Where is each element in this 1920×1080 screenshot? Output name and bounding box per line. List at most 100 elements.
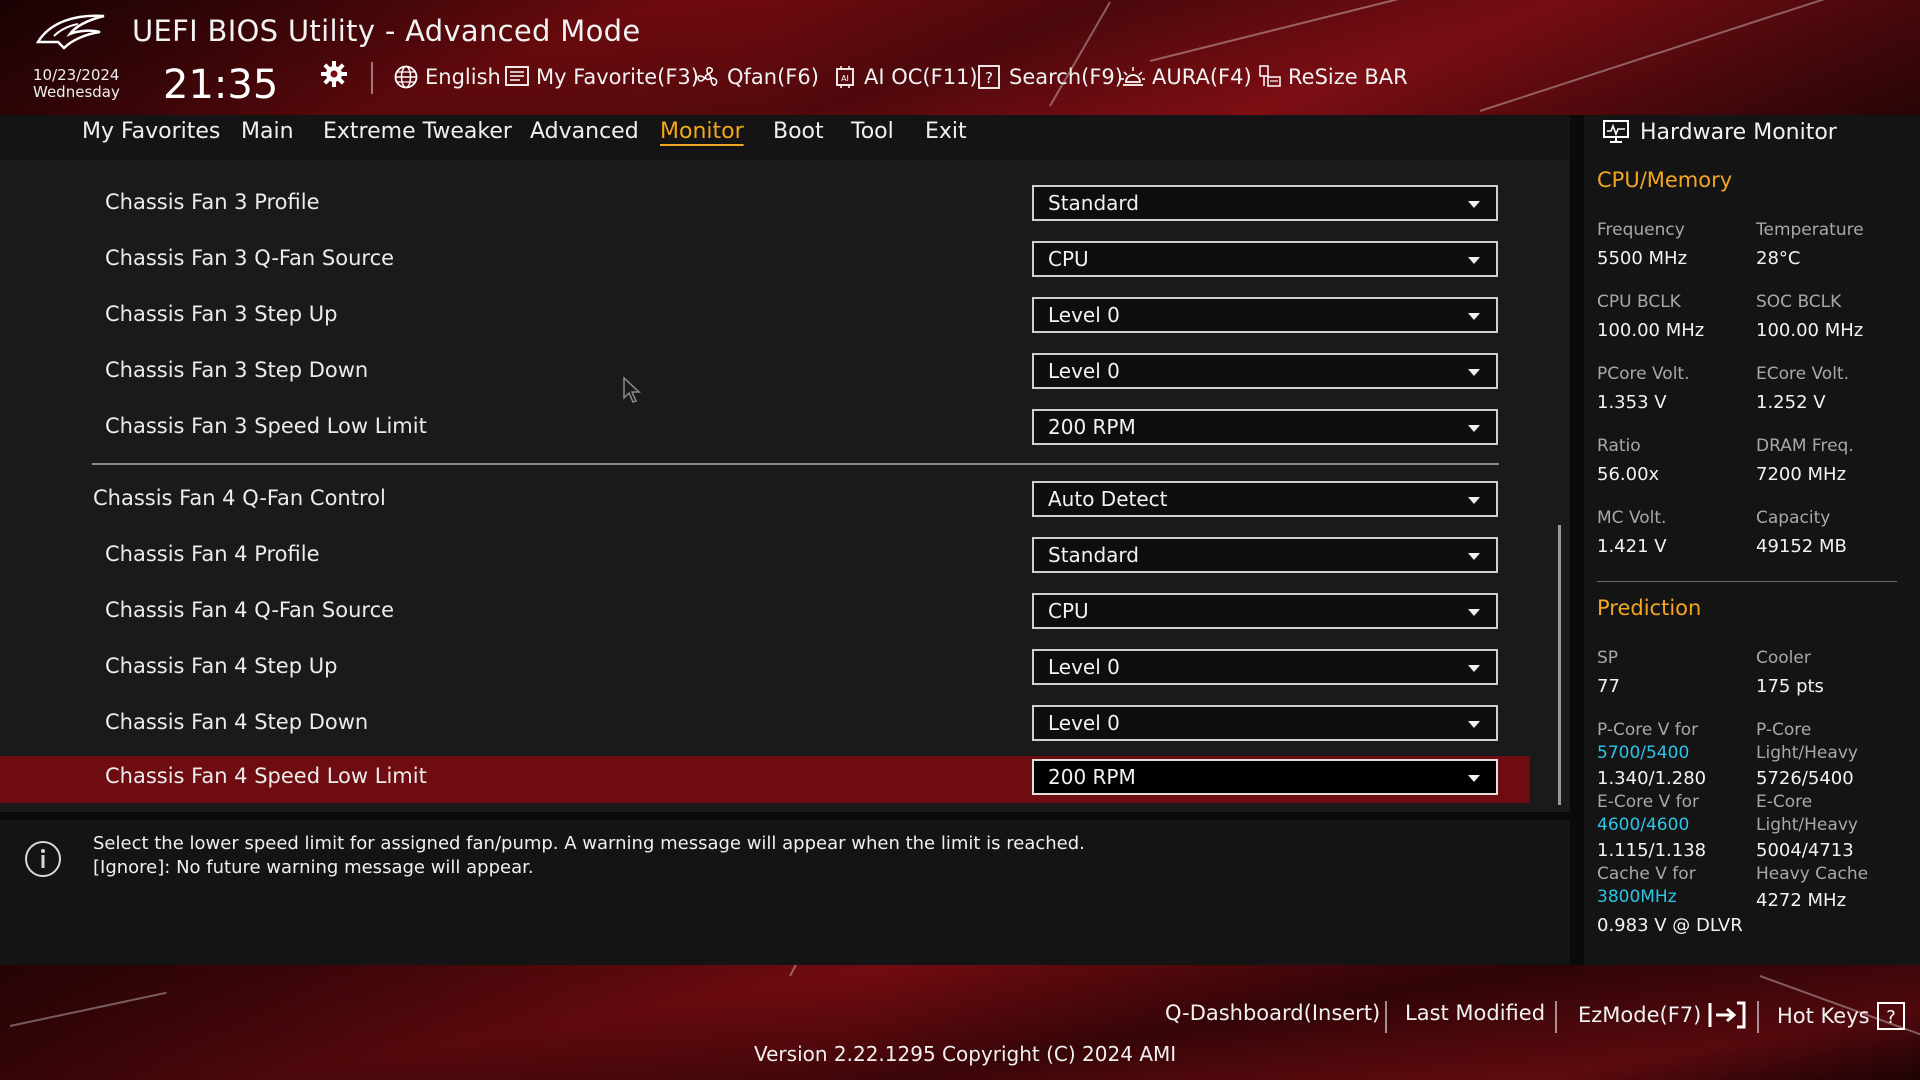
settings-panel: Chassis Fan 3 Profile Standard Chassis F… bbox=[0, 160, 1570, 812]
capacity-value: 49152 MB bbox=[1756, 536, 1847, 557]
setting-dropdown[interactable]: Level 0 bbox=[1032, 705, 1498, 741]
cooler-value: 175 pts bbox=[1756, 676, 1824, 697]
ecore-volt-label: ECore Volt. bbox=[1756, 364, 1849, 384]
setting-row-chassis-fan-4-qfan-source[interactable]: Chassis Fan 4 Q-Fan Source CPU bbox=[0, 590, 1530, 637]
setting-dropdown[interactable]: Standard bbox=[1032, 185, 1498, 221]
dropdown-value: Level 0 bbox=[1048, 655, 1120, 679]
setting-row-chassis-fan-4-speed-low-limit[interactable]: Chassis Fan 4 Speed Low Limit 200 RPM bbox=[0, 756, 1530, 803]
tab-main[interactable]: Main bbox=[241, 119, 294, 144]
setting-label: Chassis Fan 4 Profile bbox=[105, 542, 320, 566]
setting-dropdown[interactable]: Standard bbox=[1032, 537, 1498, 573]
setting-row-chassis-fan-3-speed-low-limit[interactable]: Chassis Fan 3 Speed Low Limit 200 RPM bbox=[0, 406, 1530, 453]
setting-label: Chassis Fan 4 Q-Fan Source bbox=[105, 598, 395, 622]
pcore-lh-label-line: P-Core bbox=[1756, 720, 1812, 740]
ecore-volt-value: 1.252 V bbox=[1756, 392, 1826, 413]
tab-boot[interactable]: Boot bbox=[773, 119, 824, 144]
help-question-icon: ? bbox=[1876, 1002, 1905, 1030]
hardware-monitor-title-text: Hardware Monitor bbox=[1640, 119, 1837, 145]
temperature-value: 28°C bbox=[1756, 248, 1801, 269]
tab-exit[interactable]: Exit bbox=[925, 119, 967, 144]
setting-row-chassis-fan-3-qfan-source[interactable]: Chassis Fan 3 Q-Fan Source CPU bbox=[0, 238, 1530, 285]
dropdown-value: 200 RPM bbox=[1048, 415, 1136, 439]
tab-monitor[interactable]: Monitor bbox=[660, 119, 744, 144]
pcore-lh-value: 5726/5400 bbox=[1756, 768, 1854, 789]
q-dashboard-button[interactable]: Q-Dashboard(Insert) bbox=[1165, 1001, 1380, 1025]
last-modified-label: Last Modified bbox=[1405, 1001, 1546, 1025]
dropdown-value: Level 0 bbox=[1048, 303, 1120, 327]
setting-dropdown[interactable]: CPU bbox=[1032, 593, 1498, 629]
tab-my-favorites[interactable]: My Favorites bbox=[82, 119, 220, 144]
sp-value: 77 bbox=[1597, 676, 1620, 697]
cpu-bclk-value: 100.00 MHz bbox=[1597, 320, 1705, 341]
pcore-volt-label: PCore Volt. bbox=[1597, 364, 1690, 384]
weekday-text: Wednesday bbox=[33, 83, 120, 101]
dram-freq-value: 7200 MHz bbox=[1756, 464, 1847, 485]
help-text: Select the lower speed limit for assigne… bbox=[93, 832, 1085, 880]
monitor-icon bbox=[1603, 120, 1629, 143]
prediction-heading: Prediction bbox=[1597, 596, 1702, 620]
resize-bar-label: ReSize BAR bbox=[1288, 65, 1408, 89]
setting-dropdown[interactable]: 200 RPM bbox=[1032, 409, 1498, 445]
heavy-cache-value: 4272 MHz bbox=[1756, 890, 1847, 911]
help-panel: Select the lower speed limit for assigne… bbox=[0, 820, 1570, 965]
ecore-v-freq: 4600/4600 bbox=[1597, 815, 1690, 835]
hot-keys-button[interactable]: Hot Keys ? bbox=[1777, 1001, 1906, 1031]
setting-dropdown[interactable]: Level 0 bbox=[1032, 353, 1498, 389]
tab-tool[interactable]: Tool bbox=[851, 119, 894, 144]
dropdown-caret-icon bbox=[1468, 313, 1480, 320]
setting-label: Chassis Fan 4 Speed Low Limit bbox=[105, 764, 427, 788]
setting-dropdown[interactable]: CPU bbox=[1032, 241, 1498, 277]
setting-dropdown[interactable]: Level 0 bbox=[1032, 297, 1498, 333]
my-favorite-label: My Favorite(F3) bbox=[536, 65, 699, 89]
search-button[interactable]: ? Search(F9) bbox=[977, 64, 1123, 90]
setting-label: Chassis Fan 4 Q-Fan Control bbox=[93, 486, 386, 510]
capacity-label: Capacity bbox=[1756, 508, 1831, 528]
setting-row-chassis-fan-3-step-up[interactable]: Chassis Fan 3 Step Up Level 0 bbox=[0, 294, 1530, 341]
my-favorite-button[interactable]: My Favorite(F3) bbox=[504, 64, 699, 90]
language-button[interactable]: English bbox=[393, 64, 501, 90]
setting-row-chassis-fan-3-profile[interactable]: Chassis Fan 3 Profile Standard bbox=[0, 182, 1530, 229]
setting-dropdown[interactable]: Auto Detect bbox=[1032, 481, 1498, 517]
last-modified-button[interactable]: Last Modified bbox=[1405, 1001, 1545, 1025]
qfan-button[interactable]: Qfan(F6) bbox=[695, 64, 819, 90]
setting-label: Chassis Fan 4 Step Down bbox=[105, 710, 369, 734]
gear-icon[interactable] bbox=[320, 60, 348, 88]
svg-text:?: ? bbox=[1886, 1007, 1896, 1028]
ratio-label: Ratio bbox=[1597, 436, 1641, 456]
resize-bar-button[interactable]: ReSize BAR bbox=[1256, 64, 1408, 90]
dropdown-caret-icon bbox=[1468, 775, 1480, 782]
heavy-cache-label: Heavy Cache bbox=[1756, 864, 1869, 884]
decorative-streak bbox=[1149, 0, 1558, 62]
setting-label: Chassis Fan 3 Step Up bbox=[105, 302, 338, 326]
setting-row-chassis-fan-4-qfan-control[interactable]: Chassis Fan 4 Q-Fan Control Auto Detect bbox=[0, 478, 1530, 525]
ecore-lh-label-line: E-Core bbox=[1756, 792, 1813, 812]
setting-dropdown[interactable]: Level 0 bbox=[1032, 649, 1498, 685]
setting-dropdown[interactable]: 200 RPM bbox=[1032, 759, 1498, 795]
setting-row-chassis-fan-3-step-down[interactable]: Chassis Fan 3 Step Down Level 0 bbox=[0, 350, 1530, 397]
tab-extreme-tweaker[interactable]: Extreme Tweaker bbox=[323, 119, 512, 144]
decorative-streak bbox=[1049, 1, 1111, 107]
aura-button[interactable]: AURA(F4) bbox=[1120, 64, 1252, 90]
pcore-v-value: 1.340/1.280 bbox=[1597, 768, 1707, 789]
ezmode-button[interactable]: EzMode(F7) bbox=[1578, 1001, 1747, 1029]
top-header: UEFI BIOS Utility - Advanced Mode 10/23/… bbox=[0, 0, 1920, 115]
dropdown-value: Standard bbox=[1048, 543, 1139, 567]
ai-oc-button[interactable]: AI AI OC(F11) bbox=[832, 64, 978, 90]
setting-label: Chassis Fan 3 Speed Low Limit bbox=[105, 414, 427, 438]
scrollbar[interactable] bbox=[1558, 525, 1561, 805]
svg-text:AI: AI bbox=[841, 74, 849, 83]
mc-volt-value: 1.421 V bbox=[1597, 536, 1667, 557]
rog-logo bbox=[36, 14, 105, 50]
favorite-list-icon bbox=[505, 66, 529, 86]
dropdown-value: Standard bbox=[1048, 191, 1139, 215]
setting-row-chassis-fan-4-step-down[interactable]: Chassis Fan 4 Step Down Level 0 bbox=[0, 702, 1530, 749]
setting-row-chassis-fan-4-step-up[interactable]: Chassis Fan 4 Step Up Level 0 bbox=[0, 646, 1530, 693]
help-line: Select the lower speed limit for assigne… bbox=[93, 833, 1085, 854]
ezmode-label: EzMode(F7) bbox=[1578, 1003, 1702, 1027]
setting-row-chassis-fan-4-profile[interactable]: Chassis Fan 4 Profile Standard bbox=[0, 534, 1530, 581]
tab-advanced[interactable]: Advanced bbox=[530, 119, 639, 144]
ecore-v-value: 1.115/1.138 bbox=[1597, 840, 1707, 861]
ecore-lh-label: E-Core Light/Heavy bbox=[1756, 791, 1858, 837]
dropdown-value: Level 0 bbox=[1048, 711, 1120, 735]
date-text: 10/23/2024 bbox=[33, 66, 120, 84]
